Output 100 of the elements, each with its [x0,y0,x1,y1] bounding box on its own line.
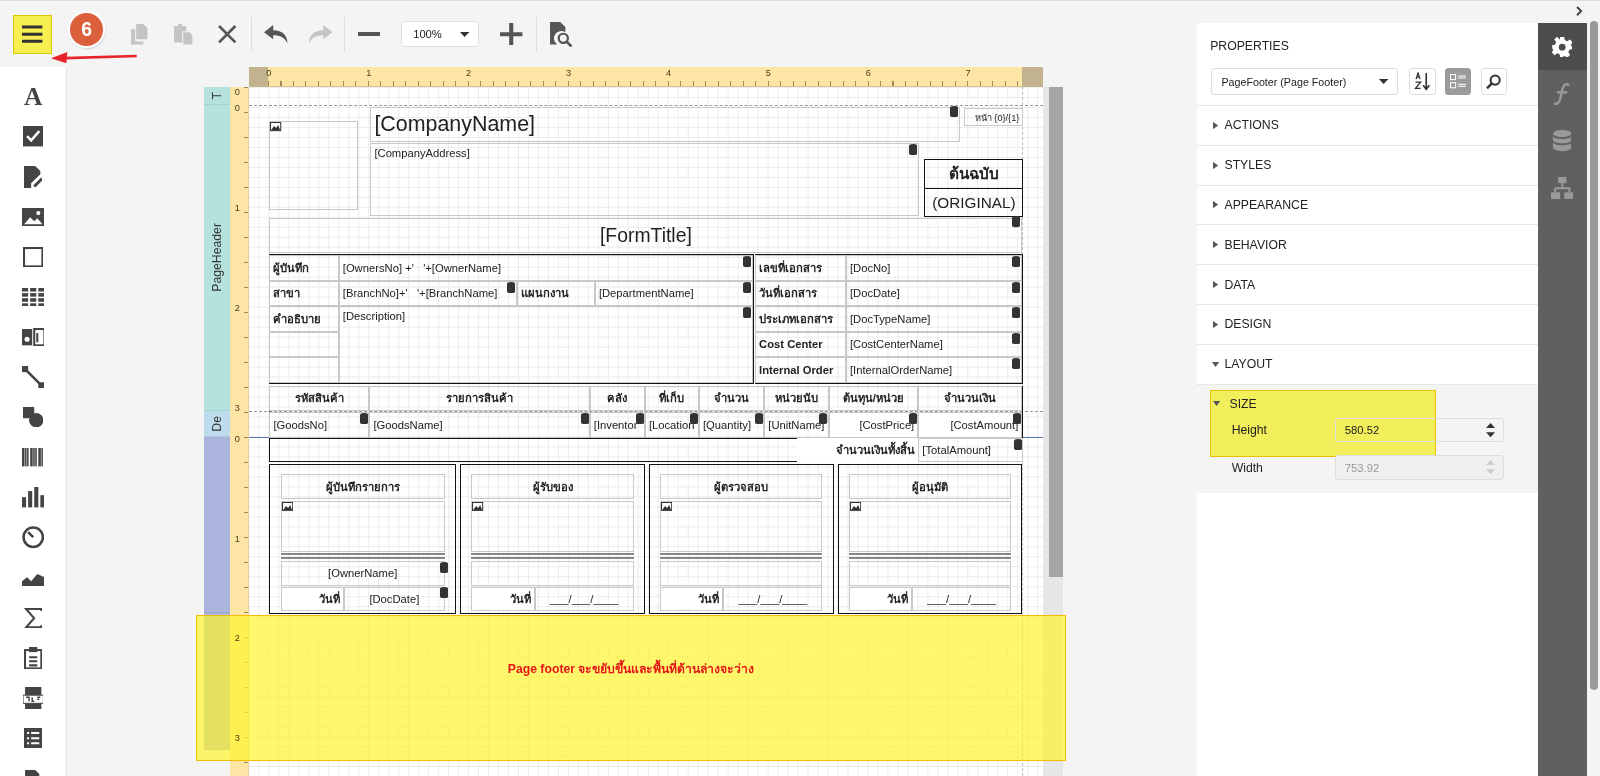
band-label: PageHeader [209,223,224,292]
sort-icon [1414,72,1431,91]
date-label: วันที่ [660,586,724,612]
empty-cell [269,331,339,358]
empty-cell [269,357,339,383]
categories-button[interactable] [1444,68,1472,95]
property-label: Height [1230,422,1268,437]
menu-button[interactable] [13,14,52,54]
triangle-icon [1212,360,1220,368]
settings-icon [1552,36,1573,58]
column-header: จำนวน [698,385,765,412]
triangle-icon [1212,201,1220,209]
group-header[interactable]: SIZE [1196,384,1257,411]
caret-icon [460,31,470,37]
data-field: [UnitName] [764,412,829,438]
ruler-number: 7 [965,68,972,80]
triangle-icon [1212,320,1220,328]
panel-title: PROPERTIES [1209,37,1290,55]
company-name-field: [CompanyName] [370,107,961,142]
field-label: คำอธิบาย [269,306,339,332]
data-field: [DocDate] [845,280,1023,307]
ruler-number: 0 [234,103,241,115]
spinner-icon [1485,422,1495,437]
character-boxes-icon [21,327,45,347]
data-field: [DocNo] [845,255,1023,281]
ruler-number: 3 [565,68,573,80]
ruler-number: 1 [366,68,373,80]
arrow-icon [51,51,137,64]
section-header[interactable]: ACTIONS [1196,106,1538,146]
data-field: [CostPrice] [828,412,919,438]
gauge-icon [21,526,45,549]
zoom-dropdown[interactable]: 100% [400,20,480,48]
caret-icon [1378,79,1388,85]
component-dropdown[interactable]: PageFooter (Page Footer) [1211,68,1398,95]
company-address-field: [CompanyAddress] [370,142,920,217]
data-field: [OwnerName] [280,561,445,586]
field-label: สาขา [269,280,339,307]
column-header: หน่วยนับ [764,385,829,412]
data-field: [InternalOrderName] [845,357,1023,383]
triangle-icon [1212,241,1220,249]
ruler-number: 1 [234,533,241,545]
column-header: จำนวนเงิน [918,385,1023,412]
image-icon [281,502,293,512]
number-field[interactable]: 580.52 [1334,417,1505,443]
spinner-icon [1485,460,1495,475]
section-header[interactable]: DESIGN [1196,304,1538,345]
search-icon [1486,73,1502,90]
date-field: ___/___/____ [912,586,1012,612]
minus-icon [357,32,380,37]
page-number-field: หน้า {0}/{1} [964,108,1024,127]
triangle-icon [1213,400,1221,408]
document-pen-icon [23,165,43,188]
total-label: จำนวนเงินทั้งสิ้น [796,437,919,463]
collapse-button[interactable] [1574,4,1585,19]
field-label: Cost Center [755,331,846,358]
section-header[interactable]: APPEARANCE [1196,185,1538,226]
triangle-icon [1212,280,1220,289]
data-field: [CostCenterName] [845,331,1023,358]
data-field: [Description] [338,306,753,383]
list-icon [23,727,43,749]
data-field: [GoodsNo] [269,412,370,438]
copy-label: (ORIGINAL) [924,187,1024,218]
settings-tab[interactable] [1537,23,1587,71]
triangle-icon [1212,121,1220,129]
data-field: [Quantity] [698,412,765,438]
search-button[interactable] [1480,68,1508,95]
text-tool-button[interactable]: A [12,76,54,117]
section-header[interactable]: DATA [1196,265,1538,305]
redo-icon [306,22,334,46]
line-icon [21,365,45,389]
data-field: [Inventor [589,412,645,438]
ruler-number: 1 [234,203,241,215]
step-badge: 6 [70,13,104,46]
scrollbar[interactable] [1589,21,1598,690]
column-header: คลัง [589,385,645,412]
image-icon [270,122,282,132]
field-label: วันที่เอกสาร [755,280,846,307]
signature-title: ผู้ตรวจสอบ [660,474,823,499]
data-field: [CostAmount] [918,412,1023,438]
form-title-field: [FormTitle] [269,218,1023,253]
ruler-number: 3 [234,403,241,415]
ruler-number: 0 [234,86,241,98]
section-header[interactable]: STYLES [1196,145,1538,186]
grid-icon [21,287,45,307]
bar-chart-icon [21,487,45,508]
column-header: รายการสินค้า [369,385,590,412]
sum-icon [23,607,43,628]
section-header[interactable]: BEHAVIOR [1196,225,1538,266]
column-header: ต้นทุน/หน่วย [828,385,919,412]
sort-button[interactable] [1409,68,1436,95]
hierarchy-icon [1551,176,1574,199]
pdf-file-icon [22,686,44,710]
barcode-icon [21,448,45,467]
image-icon [849,502,862,512]
shapes-icon [22,407,44,428]
ruler-number: 0 [266,68,273,80]
column-header: ที่เก็บ [644,385,699,412]
section-header[interactable]: LAYOUT [1196,344,1538,385]
field-label: ผู้บันทึก [269,255,339,281]
image-icon [472,502,484,512]
